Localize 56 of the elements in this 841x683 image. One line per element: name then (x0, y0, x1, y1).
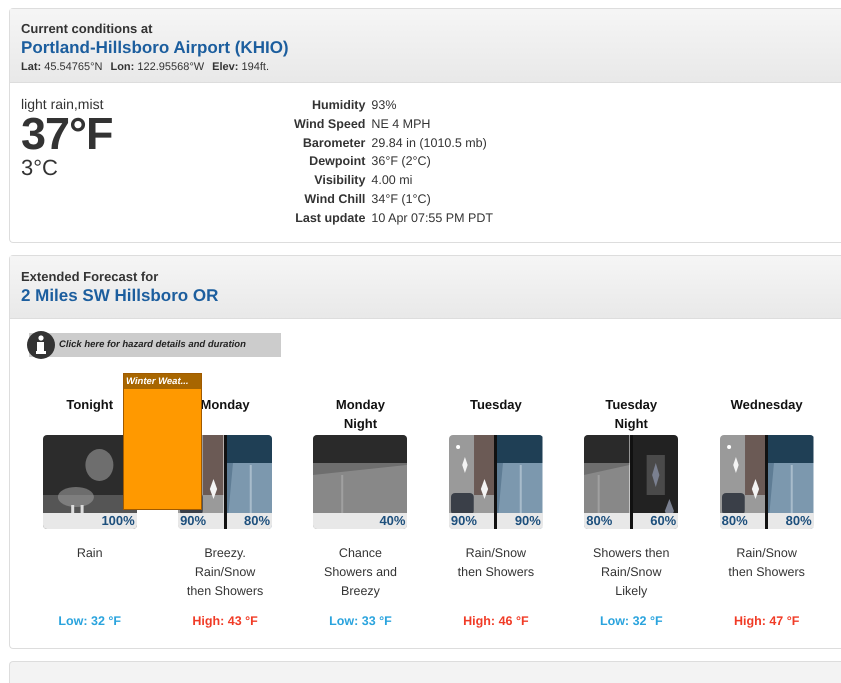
detail-value: 36°F (2°C) (370, 153, 432, 170)
forecast-description: Showers then Rain/Snow Likely (592, 544, 670, 600)
forecast-temperature: High: 43 °F (192, 614, 258, 628)
hazard-link[interactable]: Click here for hazard details and duration (29, 332, 281, 357)
precip-chance: 100% (42, 512, 137, 529)
period-name: Monday Night (334, 396, 386, 433)
forecast-temperature: Low: 33 °F (329, 614, 392, 628)
forecast-temperature: Low: 32 °F (58, 614, 122, 628)
detail-value: 34°F (1°C) (370, 190, 432, 208)
coordinate: Lon: 122.95568°W (110, 61, 204, 73)
precip-chance: 80% (226, 512, 272, 529)
location-name: 2 Miles SW Hillsboro OR (21, 286, 220, 306)
temperature-c: 3°C (21, 156, 59, 180)
detail-label: Wind Chill (303, 190, 366, 208)
period-name: Tuesday (468, 396, 523, 414)
hazard-banner[interactable]: Winter Weat... (123, 372, 202, 510)
period-name: Tuesday Night (604, 396, 658, 433)
hazard-label: Winter Weat... (124, 374, 201, 389)
forecast-temperature: High: 46 °F (463, 614, 529, 628)
period-name: Wednesday (730, 396, 804, 414)
detail-label: Humidity (310, 97, 366, 114)
precip-chance: 80% (720, 512, 766, 529)
detail-label: Barometer (302, 134, 366, 152)
precip-chance: 40% (313, 512, 408, 529)
detail-label: Wind Speed (293, 116, 366, 133)
coordinate: Elev: 194ft. (212, 61, 270, 73)
detail-label: Visibility (313, 172, 366, 190)
precip-chance: 90% (448, 512, 494, 529)
detail-value: 10 Apr 07:55 PM PDT (370, 210, 494, 227)
detail-value: 93% (370, 97, 398, 114)
detail-value: NE 4 MPH (370, 116, 432, 133)
forecast-description: Breezy. Rain/Snow then Showers (186, 544, 264, 600)
station-name: Portland-Hillsboro Airport (KHIO) (21, 38, 290, 58)
detail-value: 29.84 in (1010.5 mb) (370, 134, 488, 152)
forecast-description: Rain/Snow then Showers (727, 544, 806, 581)
detail-label: Last update (294, 210, 366, 227)
coordinate: Lat: 45.54765°N (21, 61, 102, 73)
forecast-description: Rain/Snow then Showers (456, 544, 536, 581)
forecast-description: Rain (76, 544, 104, 562)
detail-label: Dewpoint (308, 153, 366, 170)
weather-summary: light rain,mist (21, 96, 104, 112)
period-name: Monday (200, 396, 251, 414)
panel-subtitle: Current conditions at (21, 21, 154, 36)
info-icon (26, 330, 56, 360)
period-name: Tonight (65, 396, 114, 414)
forecast-temperature: Low: 32 °F (600, 614, 663, 628)
precip-chance: 90% (497, 512, 543, 529)
temperature-f: 37°F (21, 112, 114, 156)
precip-chance: 60% (632, 512, 678, 529)
precip-chance: 80% (584, 512, 630, 529)
panel-subtitle: Extended Forecast for (21, 268, 160, 284)
forecast-temperature: High: 47 °F (734, 614, 800, 628)
precip-chance: 90% (178, 512, 224, 529)
precip-chance: 80% (768, 512, 814, 529)
detail-value: 4.00 mi (370, 172, 414, 190)
forecast-description: Chance Showers and Breezy (322, 544, 398, 600)
